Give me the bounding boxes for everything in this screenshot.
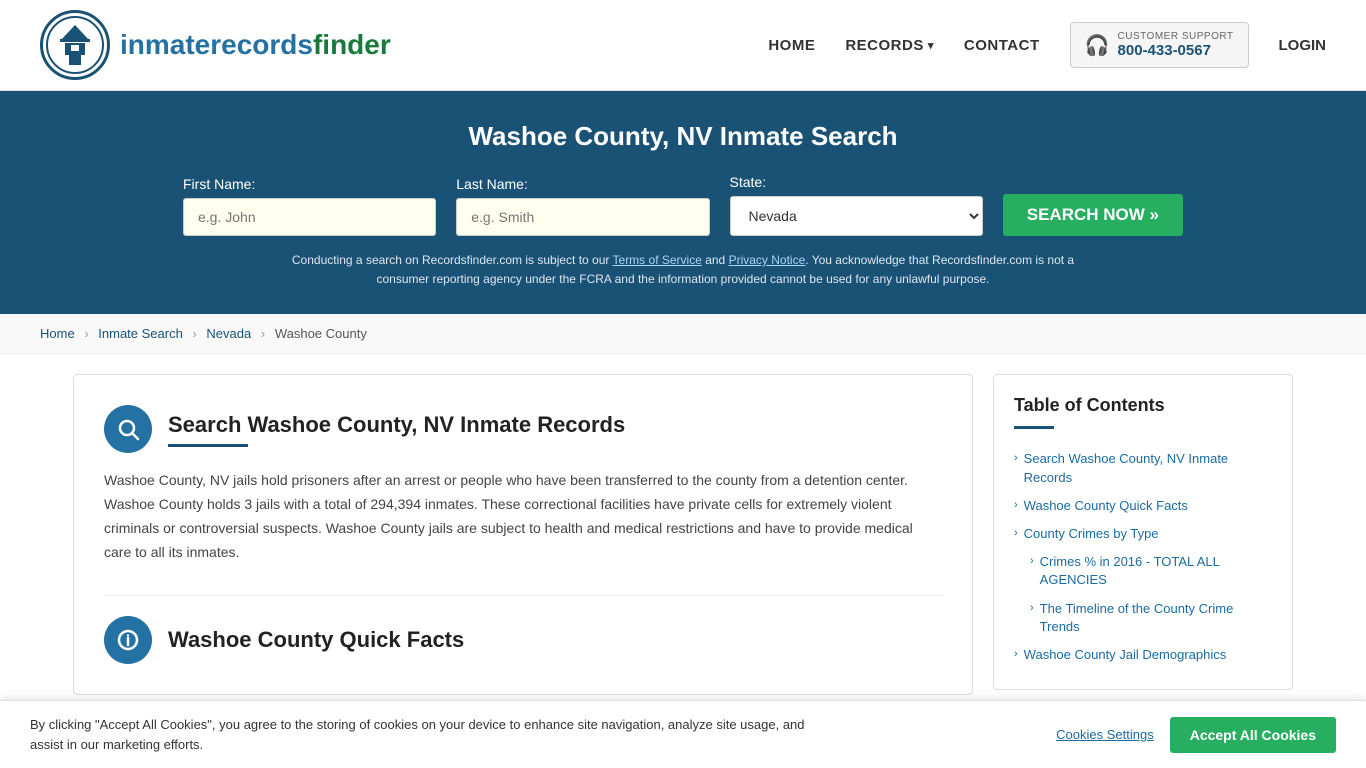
customer-support-button[interactable]: 🎧 CUSTOMER SUPPORT 800-433-0567 — [1070, 22, 1249, 68]
last-name-label: Last Name: — [456, 176, 709, 192]
search-disclaimer: Conducting a search on Recordsfinder.com… — [283, 251, 1083, 289]
logo-text: inmaterecordsfinder — [120, 29, 391, 61]
toc-chevron-5: › — [1030, 602, 1034, 614]
toc-link-1[interactable]: Search Washoe County, NV Inmate Records — [1024, 450, 1272, 486]
state-label: State: — [730, 174, 983, 190]
state-select[interactable]: Nevada Alabama Alaska Arizona California… — [730, 196, 983, 236]
page-title: Washoe County, NV Inmate Search — [40, 121, 1326, 152]
section2-header: Washoe County Quick Facts — [104, 595, 942, 664]
first-name-group: First Name: — [183, 176, 436, 236]
toc-link-4[interactable]: Crimes % in 2016 - TOTAL ALL AGENCIES — [1040, 553, 1272, 589]
content-area: Search Washoe County, NV Inmate Records … — [73, 374, 973, 694]
section1-title: Search Washoe County, NV Inmate Records — [168, 412, 625, 438]
sidebar: Table of Contents › Search Washoe County… — [993, 374, 1293, 690]
toc-link-3[interactable]: County Crimes by Type — [1024, 525, 1159, 543]
toc-title: Table of Contents — [1014, 395, 1272, 416]
breadcrumb-inmate-search[interactable]: Inmate Search — [98, 326, 183, 341]
section1-underline — [168, 444, 248, 447]
toc-chevron-4: › — [1030, 555, 1034, 567]
breadcrumb-home[interactable]: Home — [40, 326, 75, 341]
first-name-input[interactable] — [183, 198, 436, 236]
site-header: inmaterecordsfinder HOME RECORDS ▾ CONTA… — [0, 0, 1366, 91]
breadcrumb-sep-1: › — [84, 326, 88, 341]
nav-contact[interactable]: CONTACT — [964, 37, 1040, 54]
toc-chevron-1: › — [1014, 452, 1018, 464]
toc-divider — [1014, 426, 1054, 429]
nav-login[interactable]: LOGIN — [1279, 37, 1327, 54]
state-group: State: Nevada Alabama Alaska Arizona Cal… — [730, 174, 983, 236]
breadcrumb-sep-3: › — [261, 326, 265, 341]
toc-link-5[interactable]: The Timeline of the County Crime Trends — [1040, 600, 1272, 636]
search-button[interactable]: SEARCH NOW » — [1003, 194, 1183, 236]
toc-link-6[interactable]: Washoe County Jail Demographics — [1024, 646, 1227, 664]
breadcrumb-current: Washoe County — [275, 326, 367, 341]
toc-item-1: › Search Washoe County, NV Inmate Record… — [1014, 445, 1272, 491]
support-info: CUSTOMER SUPPORT 800-433-0567 — [1118, 31, 1234, 59]
toc-chevron-3: › — [1014, 527, 1018, 539]
tos-link[interactable]: Terms of Service — [613, 253, 702, 267]
last-name-input[interactable] — [456, 198, 709, 236]
cookie-actions: Cookies Settings Accept All Cookies — [1056, 717, 1336, 753]
cookies-settings-button[interactable]: Cookies Settings — [1056, 727, 1154, 742]
search-section-icon — [104, 405, 152, 453]
section1-text: Washoe County, NV jails hold prisoners a… — [104, 469, 942, 564]
records-chevron-icon: ▾ — [928, 39, 934, 52]
main-content: Search Washoe County, NV Inmate Records … — [43, 374, 1323, 694]
nav-home[interactable]: HOME — [768, 37, 815, 54]
accept-cookies-button[interactable]: Accept All Cookies — [1170, 717, 1336, 753]
search-form: First Name: Last Name: State: Nevada Ala… — [183, 174, 1183, 236]
main-nav: HOME RECORDS ▾ CONTACT 🎧 CUSTOMER SUPPOR… — [768, 22, 1326, 68]
toc-item-5: › The Timeline of the County Crime Trend… — [1014, 595, 1272, 641]
toc-link-2[interactable]: Washoe County Quick Facts — [1024, 497, 1188, 515]
breadcrumb-nevada[interactable]: Nevada — [206, 326, 251, 341]
toc-chevron-2: › — [1014, 499, 1018, 511]
logo-area: inmaterecordsfinder — [40, 10, 391, 80]
breadcrumb: Home › Inmate Search › Nevada › Washoe C… — [0, 314, 1366, 354]
section1-body: Washoe County, NV jails hold prisoners a… — [104, 469, 942, 564]
search-banner: Washoe County, NV Inmate Search First Na… — [0, 91, 1366, 314]
breadcrumb-sep-2: › — [192, 326, 196, 341]
last-name-group: Last Name: — [456, 176, 709, 236]
privacy-link[interactable]: Privacy Notice — [729, 253, 806, 267]
section1-title-wrap: Search Washoe County, NV Inmate Records — [168, 412, 625, 447]
logo-icon — [40, 10, 110, 80]
nav-records[interactable]: RECORDS ▾ — [845, 37, 934, 54]
toc-item-3: › County Crimes by Type — [1014, 520, 1272, 548]
toc-item-6: › Washoe County Jail Demographics — [1014, 641, 1272, 669]
cookie-text: By clicking "Accept All Cookies", you ag… — [30, 715, 830, 754]
cookie-banner: By clicking "Accept All Cookies", you ag… — [0, 700, 1366, 768]
section1-header: Search Washoe County, NV Inmate Records — [104, 405, 942, 453]
section2-title: Washoe County Quick Facts — [168, 627, 464, 653]
toc-item-4: › Crimes % in 2016 - TOTAL ALL AGENCIES — [1014, 548, 1272, 594]
first-name-label: First Name: — [183, 176, 436, 192]
toc-item-2: › Washoe County Quick Facts — [1014, 492, 1272, 520]
headset-icon: 🎧 — [1085, 33, 1110, 58]
info-section-icon — [104, 616, 152, 664]
toc-chevron-6: › — [1014, 648, 1018, 660]
